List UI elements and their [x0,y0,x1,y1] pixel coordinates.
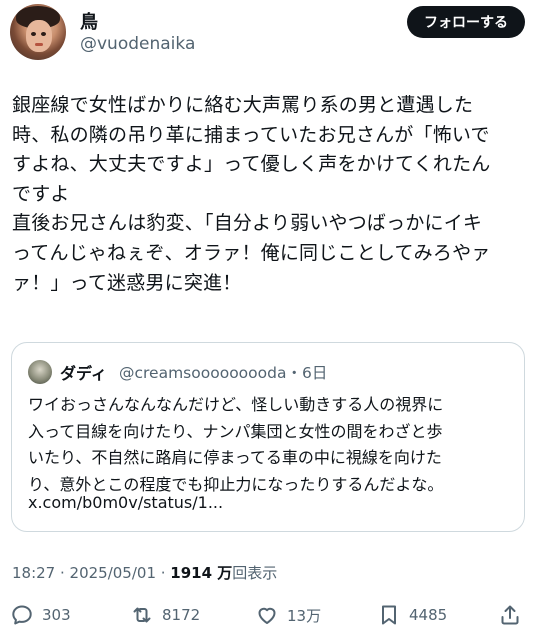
repost-button[interactable]: 8172 [130,598,200,632]
author-name[interactable]: 鳥 [80,8,98,34]
tweet-meta: 18:27 · 2025/05/01 · 1914 万回表示 [12,562,277,583]
reply-icon [12,605,32,625]
repost-icon [133,607,151,623]
action-bar: 303 8172 13万 4485 [0,598,535,632]
tweet-text: 銀座線で女性ばかりに絡む大声罵り系の男と遭遇した 時、私の隣の吊り革に捕まってい… [12,94,491,294]
views-label: 回表示 [232,564,278,582]
bookmark-count: 4485 [409,606,448,624]
quote-link[interactable]: x.com/b0m0v/status/1... [28,493,223,512]
repost-count: 8172 [162,606,201,624]
share-icon [501,605,519,625]
like-button[interactable]: 13万 [255,598,321,632]
follow-button[interactable]: フォローする [407,6,525,38]
bookmark-icon [382,605,396,625]
quote-author-handle[interactable]: @creamsooooooooda・6日 [119,361,327,383]
quote-author-name[interactable]: ダディ [60,360,107,384]
quoted-tweet[interactable]: ダディ @creamsooooooooda・6日 ワイおっさんなんなんだけど、怪… [11,342,525,532]
heart-icon [258,607,276,624]
author-avatar[interactable] [10,4,66,60]
reply-count: 303 [42,606,71,624]
like-count: 13万 [287,606,322,625]
reply-button[interactable]: 303 [10,598,71,632]
tweet-header: 鳥 @vuodenaika フォローする [10,4,525,64]
author-handle[interactable]: @vuodenaika [80,34,195,54]
quote-text: ワイおっさんなんなんだけど、怪しい動きする人の視界に 入って目線を向けたり、ナン… [28,395,444,494]
tweet-datetime[interactable]: 18:27 · 2025/05/01 · [12,564,170,582]
share-button[interactable] [498,598,522,632]
bookmark-button[interactable]: 4485 [377,598,447,632]
quote-avatar[interactable] [28,360,52,384]
views-count: 1914 万 [170,564,233,582]
